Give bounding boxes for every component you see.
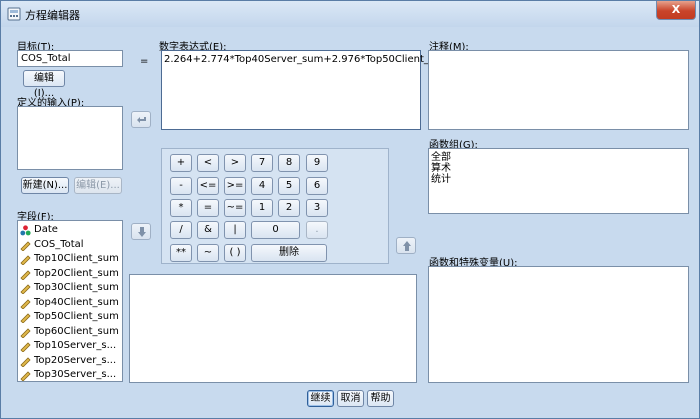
arrow-icon [137,117,146,123]
key-21[interactable]: 0 [251,221,300,239]
key-14[interactable]: ~= [224,199,246,217]
cancel-label: 取消 [340,393,361,404]
target-value: COS_Total [21,53,71,64]
field-item-label: Top50Client_sum [34,311,119,322]
field-item-label: Top60Client_sum [34,325,119,337]
key-22[interactable]: . [306,221,328,239]
key-13[interactable]: = [197,199,219,217]
edit-input-button[interactable]: 编辑(E)... [74,177,122,194]
cancel-button[interactable]: 取消 [337,390,364,407]
functions-list[interactable] [428,266,689,383]
keypad: + < >7 8 9 - <= >= 4 5 6 * = ~= 1 2 3 /& | 0. ** ~ ( ) 删除 [161,148,389,264]
help-label: 帮助 [370,393,391,404]
continue-label: 继续 [310,393,331,404]
move-function-button[interactable] [396,237,416,254]
key-19[interactable]: & [197,221,219,239]
close-icon: X [671,3,681,16]
key-20[interactable]: | [224,221,246,239]
field-item-label: Date [34,224,58,235]
scale-icon [20,298,31,309]
key-7[interactable]: <= [197,177,219,195]
key-12[interactable]: * [170,199,192,217]
key-2[interactable]: > [224,154,246,172]
continue-button[interactable]: 继续 [307,390,334,407]
help-button[interactable]: 帮助 [367,390,394,407]
key-10[interactable]: 5 [278,177,300,195]
key-5[interactable]: 9 [306,154,328,172]
key-3[interactable]: 7 [251,154,273,172]
function-group-item[interactable]: 统计 [431,174,451,185]
scale-icon [20,240,31,251]
new-input-label: 新建(N)... [22,180,68,191]
scale-icon [20,269,31,280]
window-title: 方程编辑器 [25,9,80,22]
scale-icon [20,313,31,323]
scale-icon [20,284,31,294]
edit-target-button[interactable]: 编辑(I)... [23,70,65,99]
scale-icon [20,356,31,367]
scale-icon [20,327,31,338]
move-field-button[interactable] [131,223,151,240]
target-field[interactable]: COS_Total [17,50,123,67]
field-item-label: Top40Client_sum [34,296,119,308]
fields-scrollbar[interactable]: ▲ ▼ [122,222,123,382]
field-item-label: Top20Server_s... [34,354,117,366]
function-group-item[interactable]: 全部 [431,152,451,163]
equals-sign: = [140,56,149,67]
key-8[interactable]: >= [224,177,246,195]
key-18[interactable]: / [170,221,192,239]
fields-list[interactable]: Date COS_Total Top10Client_sum Top20Client_… [17,220,123,382]
key-24[interactable]: ~ [197,244,219,262]
key-4[interactable]: 8 [278,154,300,172]
title-bar[interactable]: 方程编辑器 X [1,1,699,27]
edit-input-label: 编辑(E)... [76,180,120,191]
nominal-icon [20,225,31,236]
key-0[interactable]: + [170,154,192,172]
field-item-label: Top10Server_s... [34,340,117,351]
close-button[interactable]: X [656,1,696,20]
comment-field[interactable] [428,50,689,130]
expression-field[interactable]: 2.264+2.774*Top40Server_sum+2.976*Top50C… [161,50,450,130]
equation-editor-window: 方程编辑器 X 目标(T): COS_Total = 编辑(I)... 定义的输… [0,0,700,419]
defined-inputs-list[interactable] [17,106,123,170]
key-9[interactable]: 4 [251,177,273,195]
expression-text: 2.264+2.774*Top40Server_sum+2.976*Top50C… [164,54,451,65]
key-11[interactable]: 6 [306,177,328,195]
function-description [129,274,417,383]
field-item-label: Top30Server_s... [34,369,117,380]
key-1[interactable]: < [197,154,219,172]
scale-icon [20,255,31,265]
key-25[interactable]: ( ) [224,244,246,262]
field-item-label: Top30Client_sum [34,282,119,293]
scale-icon [20,342,31,352]
key-17[interactable]: 3 [306,199,328,217]
function-group-item[interactable]: 算术 [431,163,451,174]
scale-icon [20,371,31,381]
arrow-down-icon [138,227,146,237]
dialog-body: 目标(T): COS_Total = 编辑(I)... 定义的输入(P): 新建… [7,30,694,414]
key-26[interactable]: 删除 [251,244,327,262]
function-group-list[interactable]: 全部 算术 统计 [428,148,689,214]
arrow-up-icon [403,241,411,251]
key-23[interactable]: ** [170,244,192,262]
field-item-label: Top10Client_sum [34,253,119,264]
calculator-icon [7,7,21,21]
field-item-label: COS_Total [34,238,84,250]
new-input-button[interactable]: 新建(N)... [21,177,69,194]
key-16[interactable]: 2 [278,199,300,217]
key-15[interactable]: 1 [251,199,273,217]
move-to-expression-button[interactable] [131,111,151,128]
key-6[interactable]: - [170,177,192,195]
field-item-label: Top20Client_sum [34,267,119,279]
